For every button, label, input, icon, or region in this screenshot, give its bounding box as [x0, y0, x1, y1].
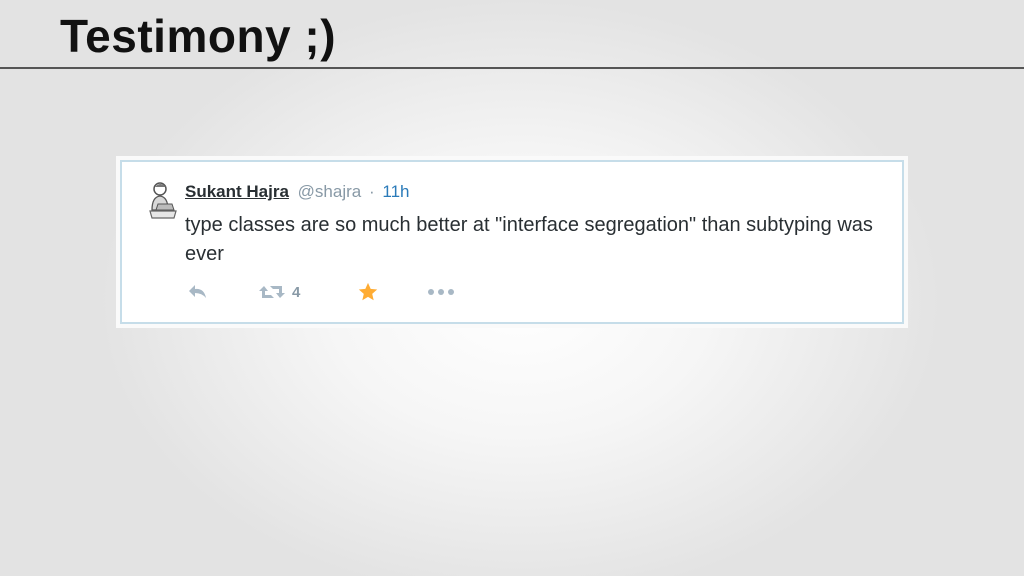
- reply-icon: [189, 285, 206, 298]
- more-button[interactable]: [427, 280, 455, 304]
- author-handle[interactable]: @shajra: [298, 182, 362, 201]
- tweet-header: Sukant Hajra @shajra · 11h: [185, 181, 409, 203]
- reply-button[interactable]: [187, 280, 209, 304]
- retweet-icon: [259, 286, 285, 298]
- retweet-button[interactable]: 4: [258, 280, 300, 304]
- title-divider: [0, 67, 1024, 69]
- tweet-text: type classes are so much better at "inte…: [185, 214, 873, 265]
- tweet-timestamp[interactable]: 11h: [382, 182, 409, 201]
- header-separator: ·: [368, 182, 375, 201]
- person-icon: [149, 182, 177, 219]
- star-icon: [358, 282, 378, 301]
- author-name[interactable]: Sukant Hajra: [185, 182, 289, 201]
- tweet-screenshot: Sukant Hajra @shajra · 11h type classes …: [116, 156, 908, 328]
- retweet-count: 4: [292, 283, 301, 301]
- avatar[interactable]: [146, 180, 180, 220]
- favorite-button[interactable]: [357, 280, 379, 304]
- more-icon: [428, 289, 454, 295]
- tweet-card: Sukant Hajra @shajra · 11h type classes …: [120, 160, 904, 324]
- slide-title: Testimony ;): [60, 10, 337, 62]
